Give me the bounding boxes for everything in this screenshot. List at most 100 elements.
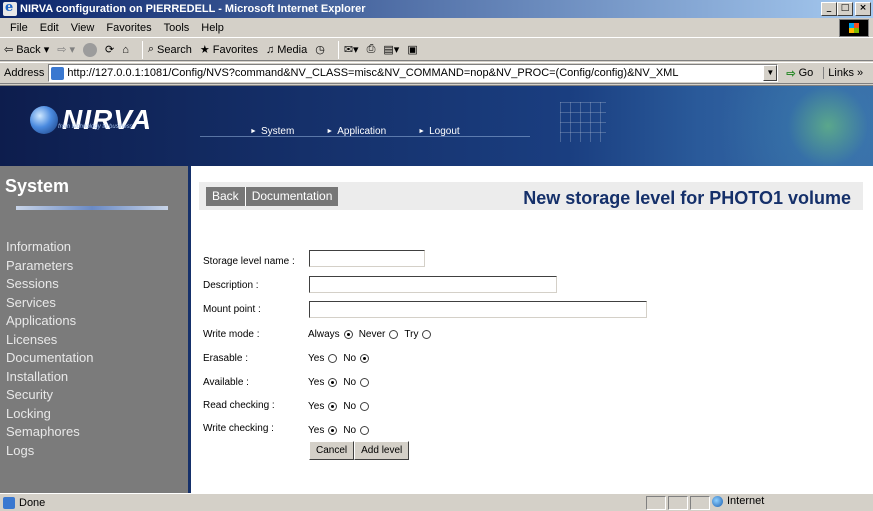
radio-icon	[328, 426, 338, 435]
add-level-button[interactable]: Add level	[354, 441, 410, 460]
discuss-button[interactable]: ▣	[407, 43, 417, 56]
sidebar-item-semaphores[interactable]: Semaphores	[6, 423, 93, 442]
nirva-logo[interactable]: NIRVA	[30, 104, 152, 136]
menu-favorites[interactable]: Favorites	[100, 22, 157, 34]
mail-icon: ✉▾	[343, 44, 359, 56]
ie-icon	[3, 0, 17, 16]
mail-button[interactable]: ✉▾	[344, 43, 359, 56]
media-label: Media	[277, 43, 308, 56]
chevron-down-icon: ▾	[43, 44, 50, 56]
menu-edit[interactable]: Edit	[34, 22, 65, 34]
links-button[interactable]: Links »	[823, 67, 863, 79]
status-panes	[646, 496, 710, 510]
refresh-button[interactable]: ⟳	[105, 43, 114, 56]
search-label: Search	[157, 43, 192, 56]
sidebar-title: System	[5, 176, 70, 196]
back-link-button[interactable]: Back	[206, 187, 246, 206]
back-label: Back	[16, 43, 41, 56]
favorites-button[interactable]: ★ Favorites	[200, 43, 258, 57]
stop-button[interactable]	[82, 42, 97, 57]
status-bar: Done Internet	[0, 493, 873, 511]
read-checking-label: Read checking :	[203, 400, 275, 411]
available-yes[interactable]: Yes	[308, 377, 338, 388]
nav-logout-label: Logout	[429, 126, 460, 137]
radio-icon	[360, 378, 370, 387]
write-mode-never[interactable]: Never	[359, 329, 399, 340]
nav-logout[interactable]: ► Logout	[418, 126, 460, 137]
storage-level-name-input[interactable]	[309, 250, 425, 267]
maximize-button[interactable]: □	[837, 2, 853, 16]
sidebar-item-security[interactable]: Security	[6, 386, 93, 405]
go-arrow-icon: ⇨	[786, 67, 796, 80]
erasable-yes[interactable]: Yes	[308, 353, 338, 364]
page-icon	[51, 66, 65, 80]
forward-button[interactable]: ⇨ ▾	[57, 43, 75, 56]
logo-tagline: from technology to business	[58, 124, 133, 130]
menu-tools[interactable]: Tools	[158, 22, 196, 34]
security-zone: Internet	[712, 495, 764, 507]
close-button[interactable]: ×	[855, 2, 871, 16]
storage-level-name-label: Storage level name :	[203, 256, 295, 267]
description-input[interactable]	[309, 276, 557, 293]
back-button[interactable]: ⇦ Back ▾	[4, 43, 50, 57]
read-checking-yes[interactable]: Yes	[308, 401, 338, 412]
write-checking-yes[interactable]: Yes	[308, 425, 338, 436]
windows-logo-icon	[839, 19, 869, 37]
radio-icon	[422, 330, 432, 339]
radio-icon	[360, 402, 370, 411]
nav-application-label: Application	[337, 126, 387, 137]
refresh-icon: ⟳	[104, 44, 115, 56]
cancel-button[interactable]: Cancel	[309, 441, 355, 460]
sidebar-item-documentation[interactable]: Documentation	[6, 349, 93, 368]
edit-button[interactable]: ▤▾	[383, 43, 399, 56]
sidebar-item-applications[interactable]: Applications	[6, 312, 93, 331]
menu-file[interactable]: File	[4, 22, 34, 34]
sidebar-item-services[interactable]: Services	[6, 294, 93, 313]
print-button[interactable]: ⎙	[367, 43, 376, 56]
write-checking-no[interactable]: No	[343, 425, 370, 436]
read-checking-no[interactable]: No	[343, 401, 370, 412]
radio-icon	[328, 378, 338, 387]
go-button[interactable]: ⇨ Go	[786, 67, 813, 80]
history-icon: ◷	[315, 44, 325, 56]
radio-icon	[328, 354, 338, 363]
banner-glow-decoration	[573, 86, 873, 166]
write-mode-always[interactable]: Always	[308, 329, 353, 340]
menu-help[interactable]: Help	[195, 22, 230, 34]
sidebar-item-licenses[interactable]: Licenses	[6, 331, 93, 350]
available-no[interactable]: No	[343, 377, 370, 388]
home-button[interactable]: ⌂	[122, 44, 129, 56]
minimize-button[interactable]: _	[821, 2, 837, 16]
erasable-no[interactable]: No	[343, 353, 370, 364]
sidebar-item-installation[interactable]: Installation	[6, 368, 93, 387]
triangle-right-icon: ►	[418, 128, 426, 135]
window-controls: _ □ ×	[821, 2, 871, 16]
documentation-button[interactable]: Documentation	[246, 187, 339, 206]
radio-icon	[389, 330, 399, 339]
address-input[interactable]: http://127.0.0.1:1081/Config/NVS?command…	[48, 64, 779, 82]
sidebar-item-logs[interactable]: Logs	[6, 442, 93, 461]
menu-view[interactable]: View	[65, 22, 101, 34]
window-title-bar[interactable]: NIRVA configuration on PIERREDELL - Micr…	[0, 0, 873, 18]
write-mode-try[interactable]: Try	[404, 329, 432, 340]
mount-point-input[interactable]	[309, 301, 647, 318]
sidebar-item-locking[interactable]: Locking	[6, 405, 93, 424]
history-button[interactable]: ◷	[315, 43, 325, 56]
write-mode-group: Always Never Try	[308, 329, 437, 340]
header-banner: NIRVA from technology to business ► Syst…	[0, 86, 873, 166]
nav-system[interactable]: ► System	[250, 126, 294, 137]
search-button[interactable]: ⌕ Search	[148, 43, 192, 56]
address-dropdown-button[interactable]: ▼	[763, 65, 778, 81]
zone-label: Internet	[727, 495, 765, 507]
address-url: http://127.0.0.1:1081/Config/NVS?command…	[67, 67, 679, 79]
sidebar-item-information[interactable]: Information	[6, 238, 93, 257]
sidebar-item-sessions[interactable]: Sessions	[6, 275, 93, 294]
favorites-label: Favorites	[212, 43, 258, 56]
address-label: Address	[4, 67, 45, 79]
nav-application[interactable]: ► Application	[326, 126, 386, 137]
media-button[interactable]: ♫ Media	[266, 44, 307, 56]
status-text: Done	[19, 496, 46, 509]
sidebar-item-parameters[interactable]: Parameters	[6, 257, 93, 276]
main-content: Back Documentation New storage level for…	[191, 166, 873, 493]
status-pane	[646, 496, 666, 510]
